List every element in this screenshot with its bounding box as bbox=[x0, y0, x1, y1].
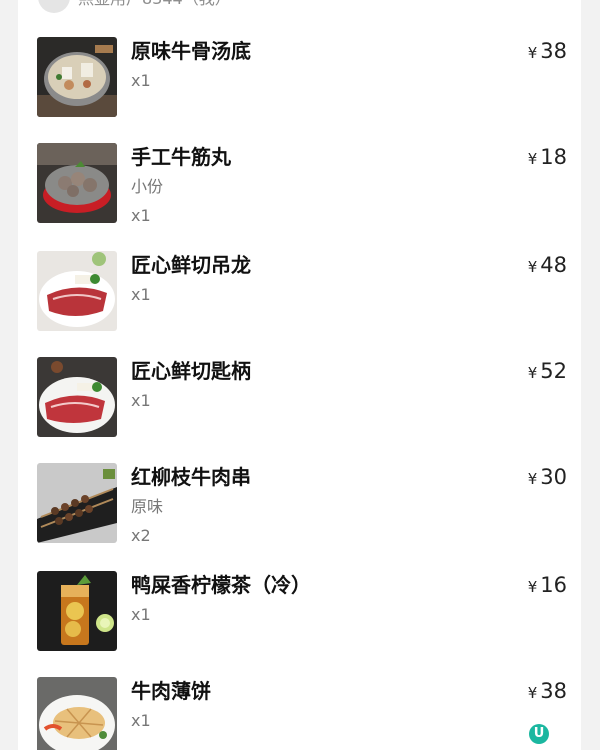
item-price-value: 16 bbox=[540, 573, 567, 597]
list-item[interactable]: 匠心鲜切匙柄 x1 ¥52 bbox=[37, 357, 567, 437]
item-name: 手工牛筋丸 bbox=[131, 145, 231, 169]
item-name: 牛肉薄饼 bbox=[131, 679, 211, 703]
sliced-beef-plate-image bbox=[37, 251, 117, 331]
item-quantity: x2 bbox=[131, 526, 151, 545]
currency-symbol: ¥ bbox=[527, 364, 538, 382]
item-spec: 小份 bbox=[131, 177, 164, 196]
currency-symbol: ¥ bbox=[527, 578, 538, 596]
list-item[interactable]: 牛肉薄饼 x1 ¥38 bbox=[37, 677, 567, 750]
item-quantity: x1 bbox=[131, 206, 151, 225]
item-quantity: x1 bbox=[131, 71, 151, 90]
item-name: 鸭屎香柠檬茶（冷） bbox=[131, 573, 311, 597]
watermark-logo-icon: U bbox=[529, 724, 549, 744]
beef-skewers-image bbox=[37, 463, 117, 543]
currency-symbol: ¥ bbox=[527, 150, 538, 168]
item-name: 匠心鲜切吊龙 bbox=[131, 253, 251, 277]
list-item[interactable]: 手工牛筋丸 小份 x1 ¥18 bbox=[37, 143, 567, 225]
list-item[interactable]: 红柳枝牛肉串 原味 x2 ¥30 bbox=[37, 463, 567, 545]
item-price: ¥18 bbox=[528, 143, 567, 173]
item-price: ¥30 bbox=[528, 463, 567, 493]
item-price-value: 30 bbox=[540, 465, 567, 489]
list-item[interactable]: 原味牛骨汤底 x1 ¥38 bbox=[37, 37, 567, 117]
currency-symbol: ¥ bbox=[527, 684, 538, 702]
item-quantity: x1 bbox=[131, 285, 151, 304]
item-price-value: 38 bbox=[540, 39, 567, 63]
item-name: 红柳枝牛肉串 bbox=[131, 465, 251, 489]
item-name: 匠心鲜切匙柄 bbox=[131, 359, 251, 383]
currency-symbol: ¥ bbox=[527, 44, 538, 62]
watermark-logo: U bbox=[529, 724, 549, 744]
item-price: ¥48 bbox=[528, 251, 567, 281]
order-card: 熙壶用户8344（我） 原味牛骨汤底 x1 ¥38 bbox=[18, 0, 581, 750]
list-item[interactable]: 鸭屎香柠檬茶（冷） x1 ¥16 bbox=[37, 571, 567, 651]
user-name-label: 熙壶用户8344（我） bbox=[78, 0, 231, 9]
item-price: ¥52 bbox=[528, 357, 567, 387]
beef-pancake-image bbox=[37, 677, 117, 750]
lemon-tea-glass-image bbox=[37, 571, 117, 651]
beef-bone-soup-pot-image bbox=[37, 37, 117, 117]
item-quantity: x1 bbox=[131, 605, 151, 624]
item-name: 原味牛骨汤底 bbox=[131, 39, 251, 63]
item-quantity: x1 bbox=[131, 391, 151, 410]
currency-symbol: ¥ bbox=[527, 258, 538, 276]
item-price-value: 38 bbox=[540, 679, 567, 703]
item-quantity: x1 bbox=[131, 711, 151, 730]
sliced-beef-plate-image bbox=[37, 357, 117, 437]
list-item[interactable]: 匠心鲜切吊龙 x1 ¥48 bbox=[37, 251, 567, 331]
item-price: ¥38 bbox=[528, 677, 567, 707]
item-price-value: 18 bbox=[540, 145, 567, 169]
currency-symbol: ¥ bbox=[527, 470, 538, 488]
item-price: ¥16 bbox=[528, 571, 567, 601]
item-spec: 原味 bbox=[131, 497, 164, 516]
beef-tendon-balls-image bbox=[37, 143, 117, 223]
order-user-row: 熙壶用户8344（我） bbox=[38, 0, 231, 13]
item-price: ¥38 bbox=[528, 37, 567, 67]
item-price-value: 52 bbox=[540, 359, 567, 383]
avatar bbox=[38, 0, 70, 13]
item-price-value: 48 bbox=[540, 253, 567, 277]
